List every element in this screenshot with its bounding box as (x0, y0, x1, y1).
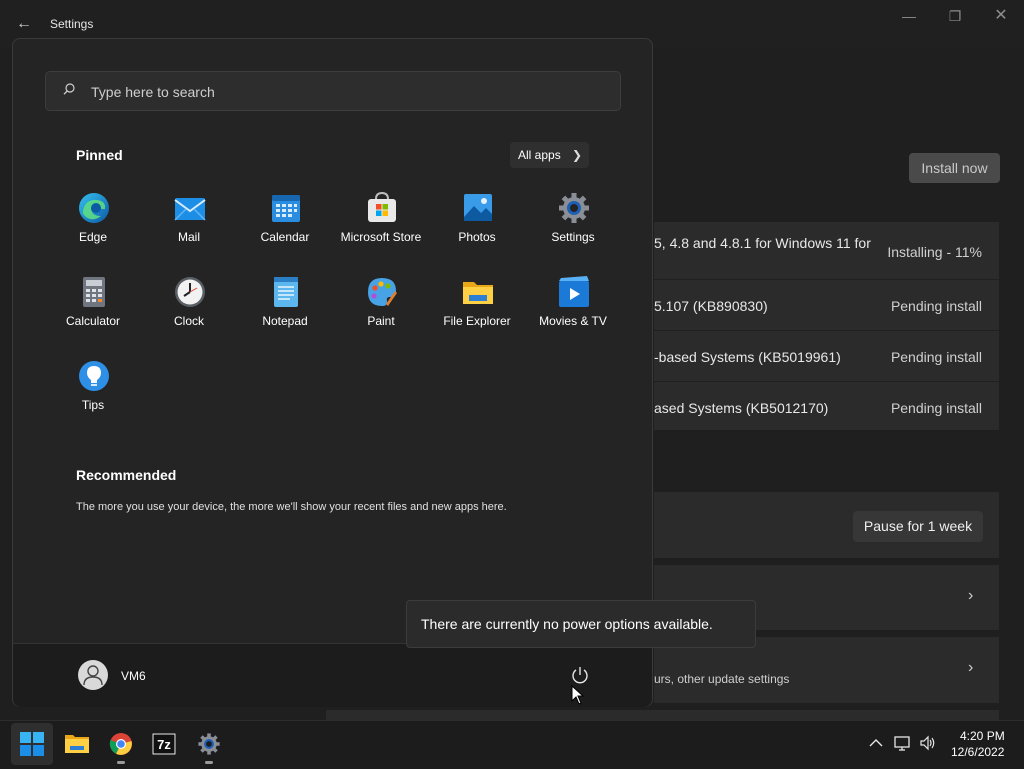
app-label: Settings (551, 230, 595, 244)
pinned-app-mail[interactable]: Mail (141, 191, 237, 261)
update-status: Pending install (890, 400, 982, 416)
svg-text:7z: 7z (157, 737, 171, 752)
gear-icon (198, 733, 220, 755)
all-apps-button[interactable]: All apps ❯ (510, 142, 589, 168)
7zip-icon: 7z (152, 733, 176, 755)
store-icon (368, 191, 396, 222)
update-row: -based Systems (KB5019961) Pending insta… (654, 330, 999, 382)
start-footer (13, 643, 652, 707)
windows-logo-icon (20, 732, 44, 756)
gear-icon (559, 193, 589, 223)
chevron-right-icon: › (968, 587, 974, 604)
photos-icon (464, 194, 492, 221)
user-name[interactable]: VM6 (121, 669, 146, 683)
update-row: 5, 4.8 and 4.8.1 for Windows 11 for Inst… (654, 222, 999, 279)
chevron-up-icon[interactable] (867, 734, 885, 752)
app-label: Edge (78, 230, 108, 244)
restore-button[interactable]: ❐ (940, 8, 970, 28)
pinned-app-notepad[interactable]: Notepad (237, 275, 333, 345)
update-name: 5.107 (KB890830) (654, 298, 768, 314)
app-label: Calculator (65, 314, 121, 328)
calendar-icon (272, 195, 300, 222)
pinned-app-settings[interactable]: Settings (525, 191, 621, 261)
pinned-app-tips[interactable]: Tips (45, 359, 141, 429)
app-label: File Explorer (443, 314, 511, 328)
folder-icon (65, 735, 89, 753)
update-row: ased Systems (KB5012170) Pending install (654, 381, 999, 431)
close-button[interactable]: ✕ (986, 8, 1016, 28)
app-label: Calendar (260, 230, 310, 244)
avatar[interactable] (78, 660, 108, 690)
volume-icon[interactable] (919, 734, 937, 752)
mouse-cursor-icon (571, 685, 585, 705)
start-button[interactable] (11, 723, 53, 765)
app-label: Mail (177, 230, 200, 244)
update-status: Pending install (890, 298, 982, 314)
chevron-right-icon: › (968, 659, 974, 676)
pause-button[interactable]: Pause for 1 week (853, 511, 983, 542)
paint-icon (368, 278, 397, 306)
update-status: Pending install (890, 349, 982, 365)
pinned-app-calculator[interactable]: Calculator (45, 275, 141, 345)
app-label: Paint (367, 314, 395, 328)
app-label: Photos (458, 230, 496, 244)
taskbar-7zip[interactable]: 7z (143, 723, 185, 765)
search-input[interactable] (89, 81, 593, 103)
taskbar-settings[interactable] (188, 723, 230, 765)
power-tooltip: There are currently no power options ava… (406, 600, 756, 648)
app-label: Clock (173, 314, 204, 328)
pinned-app-movies-tv[interactable]: Movies & TV (525, 275, 621, 345)
update-name: 5, 4.8 and 4.8.1 for Windows 11 for (654, 235, 871, 251)
pinned-heading: Pinned (76, 147, 123, 163)
clock-icon (175, 277, 205, 307)
pinned-app-file-explorer[interactable]: File Explorer (429, 275, 525, 345)
minimize-button[interactable]: — (894, 8, 924, 28)
chevron-right-icon: ❯ (572, 148, 583, 162)
app-label: Tips (81, 398, 105, 412)
recommended-heading: Recommended (76, 467, 177, 483)
install-now-button[interactable]: Install now (909, 153, 1000, 183)
notepad-icon (274, 277, 298, 307)
pinned-app-calendar[interactable]: Calendar (237, 191, 333, 261)
update-name: -based Systems (KB5019961) (654, 349, 841, 365)
pinned-app-microsoft-store[interactable]: Microsoft Store (333, 191, 429, 261)
user-icon (83, 665, 103, 686)
folder-icon (463, 282, 493, 304)
next-card (326, 710, 999, 720)
update-name: ased Systems (KB5012170) (654, 400, 829, 416)
clock-time[interactable]: 4:20 PM (960, 729, 1005, 743)
back-arrow-icon[interactable]: ← (14, 14, 34, 34)
window-title: Settings (50, 17, 94, 31)
mail-icon (174, 198, 206, 221)
app-label: Movies & TV (539, 314, 607, 328)
chrome-icon (109, 733, 132, 755)
running-indicator (117, 761, 125, 764)
clock-date[interactable]: 12/6/2022 (951, 745, 1004, 759)
tips-icon (79, 361, 109, 391)
power-icon[interactable] (570, 665, 590, 685)
taskbar-chrome[interactable] (100, 723, 142, 765)
network-icon[interactable] (894, 734, 912, 752)
pinned-app-paint[interactable]: Paint (333, 275, 429, 345)
recommended-empty-text: The more you use your device, the more w… (76, 501, 507, 513)
all-apps-label: All apps (518, 148, 561, 162)
update-list: 5, 4.8 and 4.8.1 for Windows 11 for Inst… (654, 222, 999, 430)
pinned-app-photos[interactable]: Photos (429, 191, 525, 261)
app-label: Notepad (262, 314, 308, 328)
pinned-app-edge[interactable]: Edge (45, 191, 141, 261)
app-label: Microsoft Store (340, 230, 422, 244)
running-indicator (205, 761, 213, 764)
advanced-options-subtext: urs, other update settings (654, 672, 790, 686)
pinned-app-clock[interactable]: Clock (141, 275, 237, 345)
search-icon (63, 83, 75, 95)
taskbar-file-explorer[interactable] (56, 723, 98, 765)
update-row: 5.107 (KB890830) Pending install (654, 279, 999, 331)
update-status: Installing - 11% (887, 244, 982, 260)
search-box[interactable] (45, 71, 621, 111)
movies-icon (559, 276, 589, 307)
calculator-icon (83, 277, 105, 307)
edge-icon (79, 193, 109, 223)
